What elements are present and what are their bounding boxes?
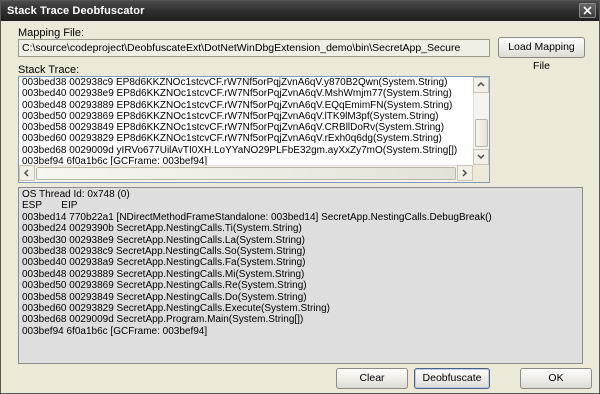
stack-trace-line: 003bed50 00293869 EP8d6KKZNOc1stcvCF.rW7… bbox=[22, 110, 439, 122]
close-icon bbox=[583, 6, 592, 15]
output-line: ESP EIP bbox=[22, 200, 78, 212]
scroll-down-button[interactable] bbox=[473, 149, 489, 165]
stack-trace-line: 003bed68 0029009d yIRVo677UilAvTI0XH.LoY… bbox=[22, 144, 458, 156]
mapping-file-field[interactable]: C:\source\codeproject\DeobfuscateExt\Dot… bbox=[18, 39, 490, 57]
output-line: 003bed50 00293869 SecretApp.NestingCalls… bbox=[22, 280, 307, 292]
stack-trace-line: 003bed48 00293889 EP8d6KKZNOc1stcvCF.rW7… bbox=[22, 99, 453, 111]
stack-trace-line: 003bed40 002938e9 EP8d6KKZNOc1stcvCF.rW7… bbox=[22, 88, 452, 100]
deobfuscate-button[interactable]: Deobfuscate bbox=[414, 368, 490, 389]
stack-trace-input[interactable]: 003bed38 002938c9 EP8d6KKZNOc1stcvCF.rW7… bbox=[18, 76, 490, 183]
vertical-scrollbar[interactable] bbox=[473, 77, 489, 165]
arrow-right-icon bbox=[462, 169, 468, 177]
output-line: 003bed30 002938e9 SecretApp.NestingCalls… bbox=[22, 234, 305, 246]
stack-trace-line: 003bed58 00293849 EP8d6KKZNOc1stcvCF.rW7… bbox=[22, 122, 445, 134]
horizontal-scrollbar[interactable] bbox=[19, 165, 473, 182]
scrollbar-corner bbox=[473, 165, 489, 182]
output-line: 003bed14 770b22a1 [NDirectMethodFrameSta… bbox=[22, 211, 492, 223]
title-bar[interactable]: Stack Trace Deobfuscator bbox=[1, 1, 599, 21]
output-line: 003bed60 00293829 SecretApp.NestingCalls… bbox=[22, 303, 330, 315]
output-line: 003bed40 002938a9 SecretApp.NestingCalls… bbox=[22, 257, 306, 269]
stack-trace-line: 003bed60 00293829 EP8d6KKZNOc1stcvCF.rW7… bbox=[22, 133, 442, 145]
stack-trace-label: Stack Trace: bbox=[18, 64, 80, 76]
deobfuscated-output[interactable]: OS Thread Id: 0x748 (0) ESP EIP 003bed14… bbox=[18, 187, 583, 364]
horizontal-scroll-thumb[interactable] bbox=[36, 167, 456, 180]
arrow-down-icon bbox=[477, 154, 485, 160]
scroll-left-button[interactable] bbox=[19, 165, 35, 181]
arrow-up-icon bbox=[477, 81, 485, 87]
output-line: 003bed58 00293849 SecretApp.NestingCalls… bbox=[22, 291, 307, 303]
clear-button[interactable]: Clear bbox=[336, 368, 408, 389]
output-line: 003bed38 002938c9 SecretApp.NestingCalls… bbox=[22, 246, 306, 258]
scroll-right-button[interactable] bbox=[457, 165, 473, 181]
arrow-left-icon bbox=[23, 169, 29, 177]
close-button[interactable] bbox=[579, 3, 596, 18]
output-line: 003bef94 6f0a1b6c [GCFrame: 003bef94] bbox=[22, 325, 208, 337]
ok-button[interactable]: OK bbox=[520, 368, 592, 389]
load-mapping-file-button[interactable]: Load Mapping File bbox=[498, 37, 585, 72]
vertical-scroll-thumb[interactable] bbox=[475, 119, 488, 147]
deobfuscator-window: Stack Trace Deobfuscator Mapping File: C… bbox=[0, 0, 600, 394]
window-title: Stack Trace Deobfuscator bbox=[7, 5, 145, 17]
output-line: 003bed68 0029009d SecretApp.Program.Main… bbox=[22, 314, 304, 326]
output-line: 003bed24 0029390b SecretApp.NestingCalls… bbox=[22, 223, 302, 235]
output-line: OS Thread Id: 0x748 (0) bbox=[22, 189, 130, 200]
stack-trace-line: 003bed38 002938c9 EP8d6KKZNOc1stcvCF.rW7… bbox=[22, 77, 448, 88]
output-line: 003bed48 00293889 SecretApp.NestingCalls… bbox=[22, 268, 305, 280]
mapping-file-label: Mapping File: bbox=[18, 27, 85, 39]
output-lines: OS Thread Id: 0x748 (0) ESP EIP 003bed14… bbox=[22, 189, 578, 337]
scroll-up-button[interactable] bbox=[473, 77, 489, 93]
stack-trace-lines: 003bed38 002938c9 EP8d6KKZNOc1stcvCF.rW7… bbox=[22, 77, 471, 167]
